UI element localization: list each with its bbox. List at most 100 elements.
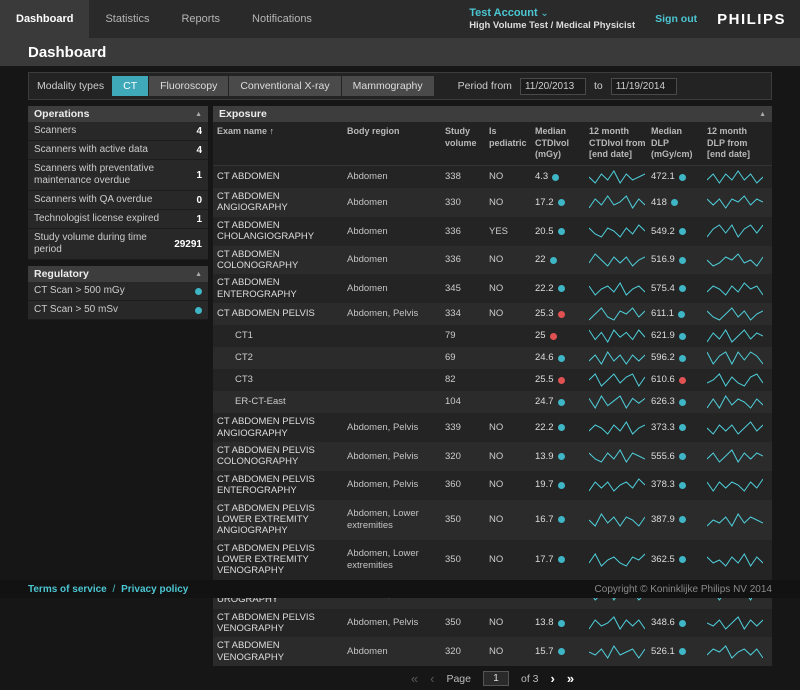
table-row[interactable]: CT3 82 25.5 610.6 xyxy=(213,369,772,391)
body-region-cell: Abdomen, Pelvis xyxy=(347,476,445,493)
dlp-status-dot xyxy=(679,453,686,460)
modality-filter-button[interactable]: Conventional X-ray xyxy=(229,76,340,96)
column-header[interactable]: Median DLP (mGy/cm) xyxy=(651,126,707,161)
study-volume-cell: 350 xyxy=(445,551,489,568)
nav-tab-notifications[interactable]: Notifications xyxy=(236,0,328,38)
table-row[interactable]: CT2 69 24.6 596.2 xyxy=(213,347,772,369)
modality-filter-button[interactable]: CT xyxy=(112,76,148,96)
median-ctdivol-cell: 13.9 xyxy=(535,448,589,465)
ctdivol-status-dot xyxy=(558,516,565,523)
footer-links: Terms of service / Privacy policy xyxy=(28,584,188,595)
regulatory-alert-row[interactable]: CT Scan > 50 mSv xyxy=(28,301,208,320)
stat-value: 29291 xyxy=(174,239,202,250)
column-header[interactable]: 12 month DLP from [end date] xyxy=(707,126,769,161)
privacy-policy-link[interactable]: Privacy policy xyxy=(121,584,188,595)
exposure-title: Exposure xyxy=(219,108,267,120)
sign-out-link[interactable]: Sign out xyxy=(655,13,697,25)
ctdivol-value: 22.2 xyxy=(535,283,554,294)
account-menu[interactable]: Test Account ⌄ High Volume Test / Medica… xyxy=(469,7,635,31)
column-header[interactable]: Is pediatric xyxy=(489,126,535,161)
modality-filter-button[interactable]: Fluoroscopy xyxy=(149,76,228,96)
exposure-panel-header[interactable]: Exposure ▲ xyxy=(213,106,772,122)
column-header-label: Is pediatric xyxy=(489,126,527,148)
exam-name-cell: CT ABDOMEN xyxy=(217,168,347,185)
period-to-input[interactable] xyxy=(611,78,677,95)
ctdivol-status-dot xyxy=(558,453,565,460)
table-row[interactable]: CT ABDOMEN PELVIS Abdomen, Pelvis 334 NO… xyxy=(213,303,772,325)
page-number-input[interactable] xyxy=(483,671,509,686)
table-row[interactable]: CT ABDOMEN PELVIS ENTEROGRAPHY Abdomen, … xyxy=(213,471,772,500)
ctdivol-status-dot xyxy=(552,174,559,181)
stat-label: Scanners xyxy=(34,125,82,137)
operations-panel-header[interactable]: Operations ▲ xyxy=(28,106,208,122)
table-row[interactable]: CT ABDOMEN COLONOGRAPHY Abdomen 336 NO 2… xyxy=(213,246,772,275)
study-volume-cell: 338 xyxy=(445,168,489,185)
column-header[interactable]: Exam name ↑ xyxy=(217,126,347,161)
table-row[interactable]: CT ABDOMEN PELVIS LOWER EXTREMITY ANGIOG… xyxy=(213,500,772,540)
is-pediatric-cell xyxy=(489,333,535,339)
nav-tab-label: Notifications xyxy=(252,13,312,25)
operations-stat-row[interactable]: Study volume during time period 29291 xyxy=(28,229,208,260)
table-row[interactable]: CT ABDOMEN CHOLANGIOGRAPHY Abdomen 336 Y… xyxy=(213,217,772,246)
nav-tab-statistics[interactable]: Statistics xyxy=(89,0,165,38)
nav-tab-reports[interactable]: Reports xyxy=(165,0,236,38)
regulatory-title: Regulatory xyxy=(34,268,89,280)
ctdivol-status-dot xyxy=(558,620,565,627)
table-row[interactable]: CT1 79 25 621.9 xyxy=(213,325,772,347)
period-from-input[interactable] xyxy=(520,78,586,95)
filter-bar: Modality types CTFluoroscopyConventional… xyxy=(28,72,772,100)
period-from-label: Period from xyxy=(458,80,512,92)
column-header[interactable]: Median CTDIvol (mGy) xyxy=(535,126,589,161)
table-row[interactable]: CT ABDOMEN PELVIS ANGIOGRAPHY Abdomen, P… xyxy=(213,413,772,442)
table-row[interactable]: CT ABDOMEN Abdomen 338 NO 4.3 472.1 xyxy=(213,166,772,188)
table-row[interactable]: CT ABDOMEN ANGIOGRAPHY Abdomen 330 NO 17… xyxy=(213,188,772,217)
body-region-cell: Abdomen xyxy=(347,223,445,240)
dlp-value: 472.1 xyxy=(651,171,675,182)
modality-filter-button[interactable]: Mammography xyxy=(342,76,434,96)
operations-stat-row[interactable]: Scanners with preventative maintenance o… xyxy=(28,160,208,191)
period-to-label: to xyxy=(594,80,603,92)
ctdivol-value: 25 xyxy=(535,330,546,341)
table-row[interactable]: CT ABDOMEN PELVIS COLONOGRAPHY Abdomen, … xyxy=(213,442,772,471)
ctdivol-value: 22.2 xyxy=(535,422,554,433)
first-page-icon[interactable]: « xyxy=(411,671,418,686)
column-header[interactable]: Study volume xyxy=(445,126,489,161)
study-volume-cell: 334 xyxy=(445,305,489,322)
column-header-label: Median CTDIvol (mGy) xyxy=(535,126,569,159)
table-row[interactable]: CT ABDOMEN PELVIS VENOGRAPHY Abdomen, Pe… xyxy=(213,609,772,638)
ctdivol-status-dot xyxy=(558,285,565,292)
regulatory-panel-header[interactable]: Regulatory ▲ xyxy=(28,266,208,282)
next-page-icon[interactable]: › xyxy=(551,671,555,686)
dlp-sparkline xyxy=(707,417,769,439)
column-header[interactable]: 12 month CTDIvol from [end date] xyxy=(589,126,651,161)
previous-page-icon[interactable]: ‹ xyxy=(430,671,434,686)
dlp-sparkline xyxy=(707,445,769,467)
median-dlp-cell: 611.1 xyxy=(651,305,707,322)
operations-stat-row[interactable]: Technologist license expired 1 xyxy=(28,210,208,229)
exam-name-cell: CT1 xyxy=(217,327,347,344)
operations-stat-row[interactable]: Scanners with QA overdue 0 xyxy=(28,191,208,210)
dlp-value: 611.1 xyxy=(651,308,674,319)
stat-label: Study volume during time period xyxy=(34,232,174,256)
dlp-sparkline xyxy=(707,612,769,634)
account-role: High Volume Test / Medical Physicist xyxy=(469,20,635,31)
nav-tab-dashboard[interactable]: Dashboard xyxy=(0,0,89,38)
table-row[interactable]: CT ABDOMEN VENOGRAPHY Abdomen 320 NO 15.… xyxy=(213,637,772,666)
page-title: Dashboard xyxy=(0,38,800,66)
is-pediatric-cell xyxy=(489,399,535,405)
dlp-status-dot xyxy=(679,174,686,181)
dlp-sparkline xyxy=(707,474,769,496)
column-header[interactable]: Body region xyxy=(347,126,445,161)
page-of-label: of 3 xyxy=(521,673,539,685)
body-region-cell xyxy=(347,377,445,383)
terms-of-service-link[interactable]: Terms of service xyxy=(28,584,107,595)
operations-stat-row[interactable]: Scanners with active data 4 xyxy=(28,141,208,160)
table-row[interactable]: CT ABDOMEN PELVIS LOWER EXTREMITY VENOGR… xyxy=(213,540,772,580)
operations-stat-row[interactable]: Scanners 4 xyxy=(28,122,208,141)
nav-tab-label: Statistics xyxy=(105,13,149,25)
study-volume-cell: 350 xyxy=(445,511,489,528)
regulatory-alert-row[interactable]: CT Scan > 500 mGy xyxy=(28,282,208,301)
last-page-icon[interactable]: » xyxy=(567,671,574,686)
table-row[interactable]: ER-CT-East 104 24.7 626.3 xyxy=(213,391,772,413)
table-row[interactable]: CT ABDOMEN ENTEROGRAPHY Abdomen 345 NO 2… xyxy=(213,274,772,303)
